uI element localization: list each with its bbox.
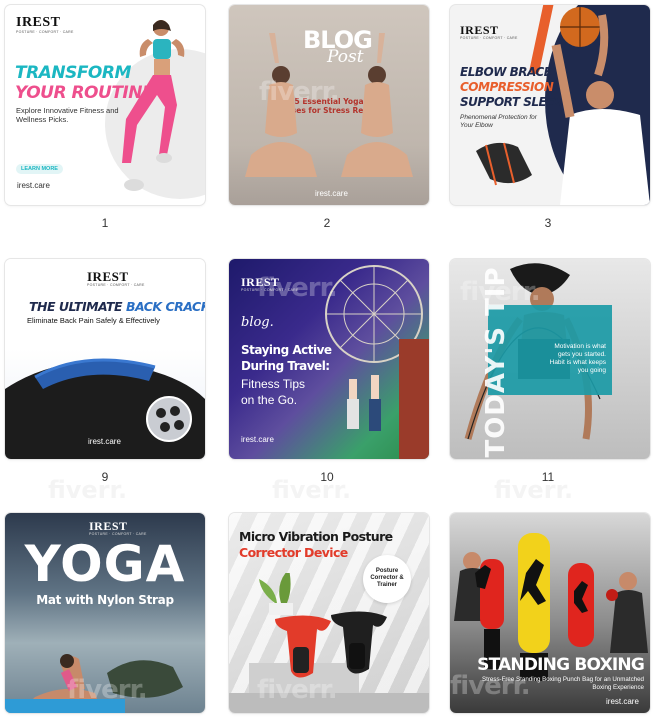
url: irest.care	[17, 181, 50, 190]
title-line-2: Corrector Device	[239, 545, 348, 560]
brand-tagline: POSTURE · COMFORT · CARE	[16, 30, 74, 34]
brand-tagline: POSTURE · COMFORT · CARE	[87, 283, 145, 287]
title-part-1: THE ULTIMATE	[29, 299, 126, 314]
post-card-11[interactable]: Motivation is what gets you started. Hab…	[450, 259, 650, 459]
post-card-2[interactable]: BLOG Post 5 Essential Yoga Poses for Str…	[229, 5, 429, 205]
title-line-1: ELBOW BRACE	[460, 65, 552, 79]
url: irest.care	[241, 435, 274, 444]
subtitle: Eliminate Back Pain Safely & Effectively	[27, 316, 160, 325]
post-card-1[interactable]: IREST POSTURE · COMFORT · CARE TRANSFORM…	[5, 5, 205, 205]
post-number-11: 11	[541, 470, 555, 484]
post-card-9[interactable]: IREST POSTURE · COMFORT · CARE THE ULTIM…	[5, 259, 205, 459]
learn-more-button[interactable]: LEARN MORE	[16, 164, 63, 174]
url: irest.care	[315, 189, 348, 198]
title: YOGA	[24, 535, 186, 593]
post-card-standing-boxing[interactable]: STANDING BOXING Stress-Free Standing Box…	[450, 513, 650, 713]
posture-devices-image	[229, 573, 429, 713]
subtitle-line-1: Fitness Tips	[241, 377, 306, 391]
post-number-3: 3	[544, 216, 552, 230]
subtitle: Stress-Free Standing Boxing Punch Bag fo…	[482, 676, 644, 691]
basketball-player-image	[551, 7, 650, 205]
post-number-1: 1	[101, 216, 109, 230]
post-card-3[interactable]: IREST POSTURE · COMFORT · CARE ELBOW BRA…	[450, 5, 650, 205]
brand-tagline: POSTURE · COMFORT · CARE	[241, 288, 299, 292]
blog-tag: blog.	[241, 315, 274, 330]
subtitle: Mat with Nylon Strap	[36, 593, 174, 607]
title-line-1: Staying Active	[241, 343, 332, 357]
post-card-posture-corrector[interactable]: Micro Vibration Posture Corrector Device…	[229, 513, 429, 713]
title: STANDING BOXING	[477, 655, 645, 675]
quote-text: Motivation is what gets you started. Hab…	[549, 343, 606, 375]
title-line-2: COMPRESSION	[460, 80, 554, 94]
subtitle: Phenomenal Protection for Your Elbow	[460, 114, 537, 130]
post-number-2: 2	[323, 216, 331, 230]
yoga-couple-image	[245, 33, 413, 177]
url: irest.care	[606, 697, 639, 706]
subtitle: Explore Innovative Fitness and Wellness …	[16, 106, 119, 125]
elbow-sleeve-image	[476, 142, 532, 186]
vertical-title: TODAY'S TIP	[481, 266, 511, 458]
post-card-10[interactable]: IREST POSTURE · COMFORT · CARE blog. Sta…	[229, 259, 429, 459]
athlete-figure	[122, 20, 185, 191]
ferris-wheel-image	[325, 265, 429, 459]
brand-tagline: POSTURE · COMFORT · CARE	[460, 36, 518, 40]
subtitle-line-2: on the Go.	[241, 393, 298, 407]
title: THE ULTIMATE BACK CRACKER	[29, 299, 205, 314]
post-number-9: 9	[101, 470, 109, 484]
post-card-yoga-mat[interactable]: IREST POSTURE · COMFORT · CARE YOGA Mat …	[5, 513, 205, 713]
title-part-2: BACK CRACKER	[125, 299, 205, 314]
yoga-pose-image	[5, 654, 183, 713]
title-line-2: During Travel:	[241, 359, 330, 373]
url: irest.care	[88, 437, 121, 446]
brand-logo: IREST	[16, 15, 61, 30]
post-number-10: 10	[320, 470, 334, 484]
title-line-1: Micro Vibration Posture	[239, 529, 393, 544]
url: irest.care	[595, 185, 628, 194]
